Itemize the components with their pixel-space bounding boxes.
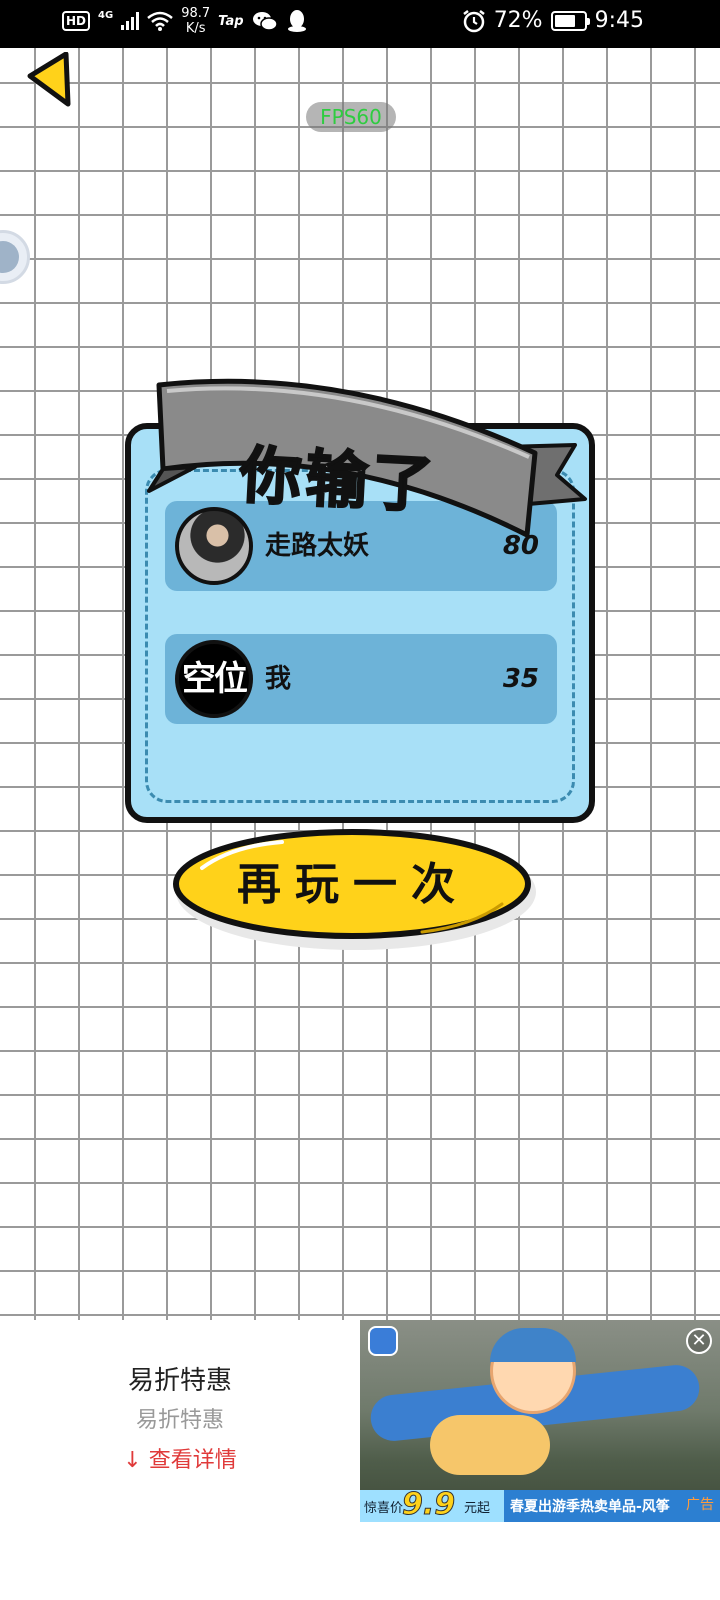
speed-unit: K/s	[185, 21, 206, 36]
ad-image[interactable]: ✕ 惊喜价 9.9 元起 春夏出游季热卖单品-风筝 广告	[360, 1320, 720, 1522]
result-title: 你输了	[237, 437, 441, 522]
floating-assistant-icon	[0, 241, 19, 273]
ad-price-unit: 元起	[464, 1501, 491, 1516]
tap-icon: Tap	[218, 13, 244, 29]
ad-title[interactable]: 易折特惠	[70, 1360, 290, 1397]
replay-button-label[interactable]: 再玩一次	[172, 828, 534, 942]
ad-app-icon	[368, 1326, 398, 1356]
clock: 9:45	[594, 8, 644, 33]
ad-subtitle: 易折特惠	[135, 1408, 224, 1433]
floating-assistant-button[interactable]	[0, 230, 30, 284]
status-bar: HD 4G 98.7 K/s Tap 72% 9:45	[0, 0, 720, 48]
ad-price-value: 9.9	[401, 1487, 456, 1523]
close-icon[interactable]: ✕	[686, 1328, 712, 1354]
ad-details-label: 查看详情	[148, 1448, 237, 1473]
network-type: 4G	[98, 9, 114, 21]
ad-strip-text: 春夏出游季热卖单品-风筝	[510, 1499, 670, 1515]
battery-fill	[554, 14, 575, 27]
battery-icon	[550, 10, 590, 31]
back-arrow-icon[interactable]	[22, 52, 78, 112]
game-area: FPS60 走路太妖 80 空位 我 35 你输了 再玩一次	[0, 48, 720, 1320]
alarm-icon	[462, 9, 485, 32]
empty-seat-avatar: 空位	[175, 640, 253, 718]
battery-percent: 72%	[493, 8, 543, 33]
player-row: 空位 我 35	[165, 634, 557, 724]
signal-icon	[121, 12, 140, 30]
fps-counter: FPS60	[306, 102, 396, 132]
wifi-icon	[147, 11, 173, 31]
player-name: 我	[265, 664, 292, 694]
player-score: 35	[502, 664, 539, 694]
hd-badge: HD	[62, 11, 91, 31]
download-arrow-icon: ↓	[123, 1448, 142, 1473]
wechat-icon	[252, 12, 278, 31]
status-left: HD 4G 98.7 K/s Tap	[62, 6, 308, 36]
speed-value: 98.7	[181, 6, 211, 21]
ad-corner-tag: 广告	[686, 1497, 714, 1513]
status-right: 72% 9:45	[462, 8, 644, 33]
inflatable-body	[430, 1415, 550, 1475]
ad-price-label: 惊喜价	[364, 1501, 404, 1516]
ad-banner[interactable]: 易折特惠 易折特惠 ↓ 查看详情 ✕ 惊喜价 9.9 元起 春夏出游季热卖单品-…	[0, 1320, 720, 1600]
ad-details-link[interactable]: ↓ 查看详情	[70, 1442, 290, 1474]
qq-icon	[287, 10, 306, 32]
network-speed: 98.7 K/s	[181, 6, 210, 36]
inflatable-hair	[490, 1328, 576, 1362]
